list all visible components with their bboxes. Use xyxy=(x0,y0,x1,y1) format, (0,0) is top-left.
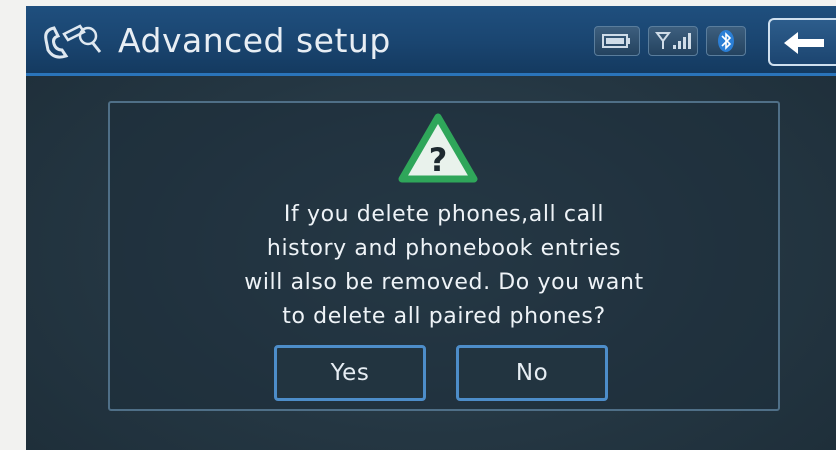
phone-settings-icon xyxy=(44,24,102,59)
signal-strength-icon xyxy=(648,26,698,56)
back-arrow-icon xyxy=(784,32,824,54)
message-line: to delete all paired phones? xyxy=(282,304,606,329)
svg-text:?: ? xyxy=(429,141,448,179)
title-bar: Advanced setup xyxy=(26,6,836,76)
back-button[interactable] xyxy=(768,18,836,66)
battery-icon xyxy=(594,26,640,56)
warning-question-icon: ? xyxy=(398,113,478,183)
no-button[interactable]: No xyxy=(456,345,608,401)
message-line: will also be removed. Do you want xyxy=(244,270,644,295)
head-unit-screen: Advanced setup ? If you delete phones,al… xyxy=(26,6,836,450)
bluetooth-icon xyxy=(706,26,746,56)
message-line: If you delete phones,all call xyxy=(283,202,605,227)
dialog-message: If you delete phones,all call history an… xyxy=(130,198,758,334)
yes-button[interactable]: Yes xyxy=(274,345,426,401)
message-line: history and phonebook entries xyxy=(266,236,622,261)
page-title: Advanced setup xyxy=(118,21,391,60)
confirm-dialog: ? If you delete phones,all call history … xyxy=(108,101,780,411)
